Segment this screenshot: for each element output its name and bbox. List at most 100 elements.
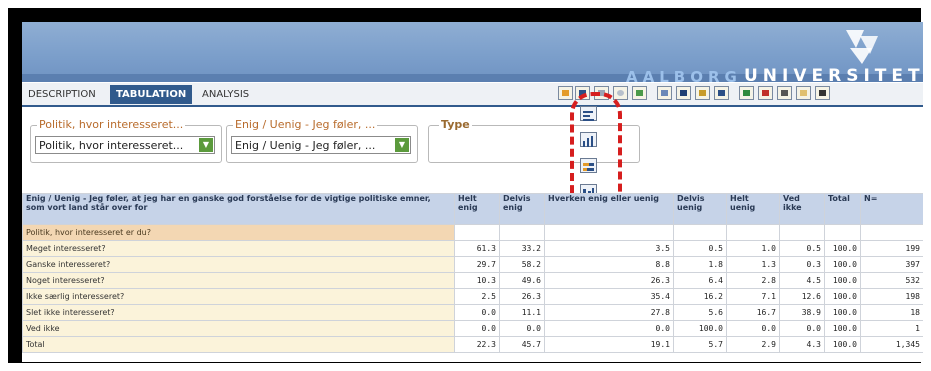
cell: 0.5 xyxy=(779,240,825,257)
cell: 1,345 xyxy=(860,336,923,353)
cell: 100.0 xyxy=(824,256,861,273)
cell: 33.2 xyxy=(499,240,545,257)
row-label: Total xyxy=(22,336,455,353)
cell: 22.3 xyxy=(454,336,500,353)
column-header: Delvis enig xyxy=(499,193,545,225)
cell: 45.7 xyxy=(499,336,545,353)
pdf-export-icon[interactable] xyxy=(758,86,773,100)
row-variable-value: Politik, hvor interesseret... xyxy=(39,139,184,152)
cell: 0.5 xyxy=(673,240,727,257)
cell: 26.3 xyxy=(499,288,545,305)
column-header: Total xyxy=(824,193,861,225)
cell: 27.8 xyxy=(544,304,674,321)
window-icon[interactable] xyxy=(796,86,811,100)
row-label: Meget interesseret? xyxy=(22,240,455,257)
table-row: Slet ikke interesseret? 0.0 11.1 27.8 5.… xyxy=(22,304,923,321)
cell: 0.0 xyxy=(454,304,500,321)
cell: 0.0 xyxy=(544,320,674,337)
column-variable-select[interactable]: Enig / Uenig - Jeg føler, ... ▼ xyxy=(231,136,411,154)
cell: 100.0 xyxy=(824,288,861,305)
cell: 49.6 xyxy=(499,272,545,289)
swap-icon[interactable] xyxy=(657,86,672,100)
cell: 5.6 xyxy=(673,304,727,321)
cell: 0.0 xyxy=(499,320,545,337)
table-row: Ved ikke 0.0 0.0 0.0 100.0 0.0 0.0 100.0… xyxy=(22,320,923,337)
cell: 38.9 xyxy=(779,304,825,321)
tab-analysis[interactable]: ANALYSIS xyxy=(202,86,249,103)
cell: 2.8 xyxy=(726,272,780,289)
university-logo-icon xyxy=(846,30,878,64)
column-header: Ved ikke xyxy=(779,193,825,225)
column-header: Hverken enig eller uenig xyxy=(544,193,674,225)
table-row: Meget interesseret? 61.3 33.2 3.5 0.5 1.… xyxy=(22,240,923,257)
help-icon[interactable] xyxy=(815,86,830,100)
column-header: Helt enig xyxy=(454,193,500,225)
cell: 100.0 xyxy=(824,240,861,257)
cell: 12.6 xyxy=(779,288,825,305)
cell: 532 xyxy=(860,272,923,289)
cell: 1.8 xyxy=(673,256,727,273)
cell: 199 xyxy=(860,240,923,257)
cell: 61.3 xyxy=(454,240,500,257)
column-variable-value: Enig / Uenig - Jeg føler, ... xyxy=(235,139,376,152)
table-row: Ganske interesseret? 29.7 58.2 8.8 1.8 1… xyxy=(22,256,923,273)
row-variable-select[interactable]: Politik, hvor interesseret... ▼ xyxy=(35,136,215,154)
table-row-total: Total 22.3 45.7 19.1 5.7 2.9 4.3 100.0 1… xyxy=(22,336,923,353)
cell: 100.0 xyxy=(824,320,861,337)
crosstab-table: Enig / Uenig - Jeg føler, at jeg har en … xyxy=(22,193,923,353)
cell: 19.1 xyxy=(544,336,674,353)
tab-description[interactable]: DESCRIPTION xyxy=(28,86,96,103)
cell: 1.3 xyxy=(726,256,780,273)
cell: 2.9 xyxy=(726,336,780,353)
header-row: Enig / Uenig - Jeg føler, at jeg har en … xyxy=(22,193,923,225)
chevron-down-icon[interactable]: ▼ xyxy=(395,138,409,152)
cell: 35.4 xyxy=(544,288,674,305)
group-row: Politik, hvor interesseret er du? xyxy=(22,224,923,241)
cell: 100.0 xyxy=(824,304,861,321)
horizontal-bar-chart-button[interactable] xyxy=(558,86,573,100)
weight-icon[interactable] xyxy=(695,86,710,100)
cell: 26.3 xyxy=(544,272,674,289)
row-label: Ikke særlig interesseret? xyxy=(22,288,455,305)
cell: 100.0 xyxy=(824,336,861,353)
cell: 0.0 xyxy=(726,320,780,337)
cell: 198 xyxy=(860,288,923,305)
cell: 58.2 xyxy=(499,256,545,273)
cell: 100.0 xyxy=(824,272,861,289)
chart-type-legend: Type xyxy=(439,118,472,131)
row-label: Ved ikke xyxy=(22,320,455,337)
table-row: Ikke særlig interesseret? 2.5 26.3 35.4 … xyxy=(22,288,923,305)
row-variable-filter: Politik, hvor interesseret... Politik, h… xyxy=(30,118,222,163)
cell: 4.5 xyxy=(779,272,825,289)
cell: 100.0 xyxy=(673,320,727,337)
cell: 10.3 xyxy=(454,272,500,289)
save-icon[interactable] xyxy=(714,86,729,100)
window-frame: AALBORG UNIVERSITET DESCRIPTION TABULATI… xyxy=(8,8,923,363)
cell: 1 xyxy=(860,320,923,337)
row-variable-legend: Politik, hvor interesseret... xyxy=(37,118,186,131)
cell: 29.7 xyxy=(454,256,500,273)
cell: 4.3 xyxy=(779,336,825,353)
app-window: AALBORG UNIVERSITET DESCRIPTION TABULATI… xyxy=(22,22,923,362)
excel-export-icon[interactable] xyxy=(739,86,754,100)
cell: 16.7 xyxy=(726,304,780,321)
row-label: Ganske interesseret? xyxy=(22,256,455,273)
group-label: Politik, hvor interesseret er du? xyxy=(22,224,455,241)
filter-icon[interactable] xyxy=(676,86,691,100)
table-row: Noget interesseret? 10.3 49.6 26.3 6.4 2… xyxy=(22,272,923,289)
cell: 397 xyxy=(860,256,923,273)
row-label: Noget interesseret? xyxy=(22,272,455,289)
recycle-icon[interactable] xyxy=(632,86,647,100)
tab-tabulation[interactable]: TABULATION xyxy=(110,85,193,104)
row-label: Slet ikke interesseret? xyxy=(22,304,455,321)
header-banner: AALBORG UNIVERSITET xyxy=(22,22,923,86)
cell: 5.7 xyxy=(673,336,727,353)
chevron-down-icon[interactable]: ▼ xyxy=(199,138,213,152)
cell: 1.0 xyxy=(726,240,780,257)
cell: 11.1 xyxy=(499,304,545,321)
cell: 2.5 xyxy=(454,288,500,305)
column-header: Helt uenig xyxy=(726,193,780,225)
cell: 18 xyxy=(860,304,923,321)
print-icon[interactable] xyxy=(777,86,792,100)
cell: 0.3 xyxy=(779,256,825,273)
